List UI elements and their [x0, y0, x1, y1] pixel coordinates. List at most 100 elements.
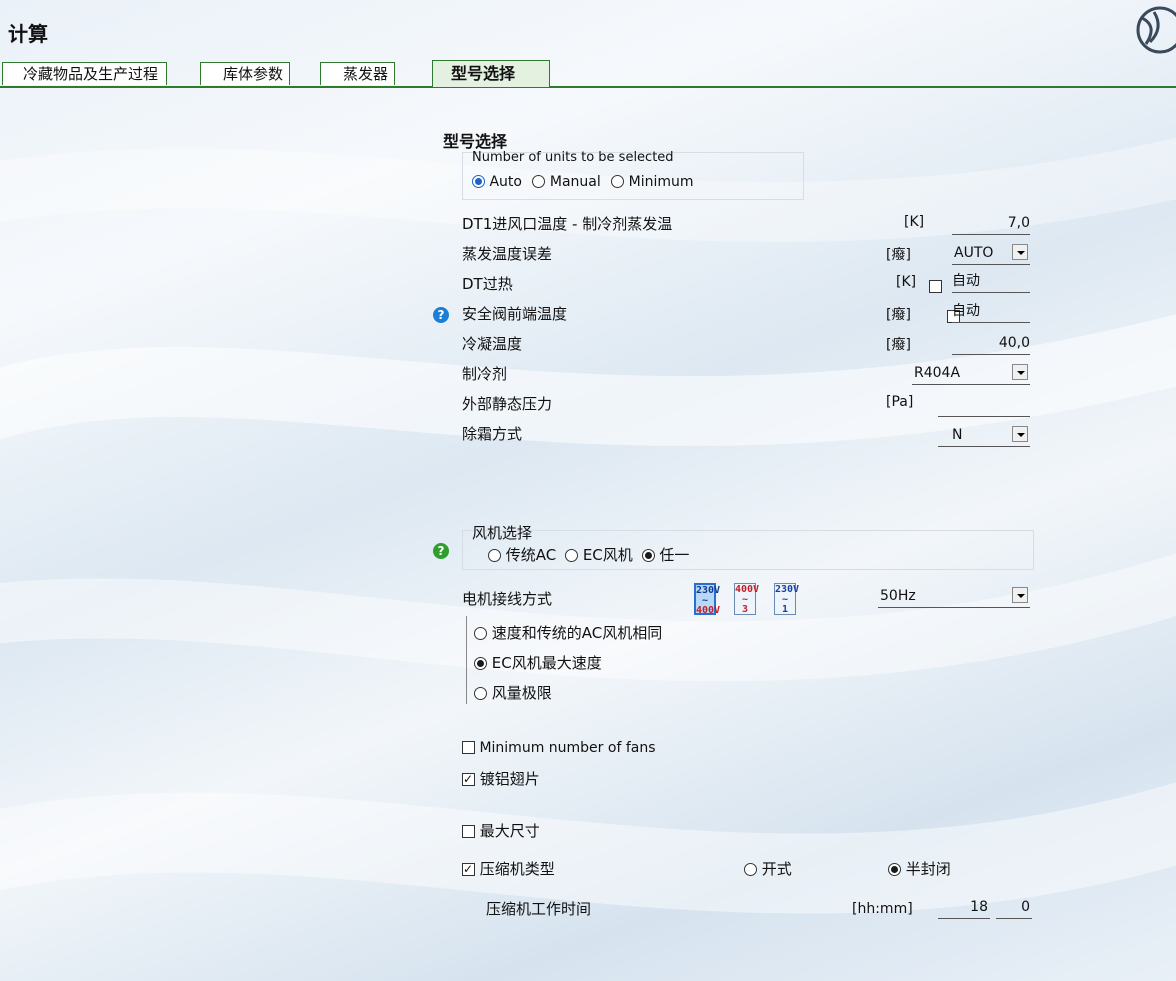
param-label-static-pressure: 外部静态压力: [462, 395, 553, 413]
motor-label: 电机接线方式: [462, 590, 553, 608]
radio-any[interactable]: [641, 549, 655, 562]
refrigerant-select[interactable]: R404A: [912, 362, 1030, 385]
tab-label: 库体参数: [200, 62, 291, 85]
option-label: Manual: [549, 174, 601, 190]
option-label: Minimum: [628, 174, 694, 190]
option-label: 半封闭: [905, 860, 951, 878]
defrost-select[interactable]: N: [938, 424, 1030, 447]
chevron-down-icon[interactable]: [1012, 244, 1028, 260]
param-unit: [K]: [896, 274, 917, 290]
compressor-semi-option[interactable]: 半封闭: [888, 858, 951, 879]
max-size-checkbox[interactable]: [462, 825, 475, 838]
superheat-value: 自动: [952, 270, 1030, 293]
radio-speed-airflow[interactable]: [474, 687, 487, 700]
runtime-minutes-input[interactable]: 0: [996, 896, 1032, 919]
tab-underline: [0, 86, 1176, 88]
valve-temp-value: 自动: [952, 300, 1030, 323]
static-pressure-input[interactable]: [938, 394, 1030, 417]
speed-option-ac[interactable]: 速度和传统的AC风机相同: [474, 622, 662, 643]
option-label: EC风机最大速度: [491, 654, 602, 672]
option-label: 传统AC: [505, 546, 557, 564]
units-manual-option[interactable]: Manual: [532, 174, 601, 190]
tab-label: 蒸发器: [320, 62, 396, 85]
radio-ec[interactable]: [565, 549, 579, 562]
tab-room[interactable]: 库体参数: [200, 62, 291, 86]
radio-speed-ec-max[interactable]: [474, 657, 487, 670]
option-label: 速度和传统的AC风机相同: [491, 624, 663, 642]
param-unit: [Pa]: [886, 394, 914, 410]
param-label-dt1: DT1进风口温度 - 制冷剂蒸发温: [462, 215, 673, 233]
select-value: 50Hz: [880, 588, 916, 604]
param-label-refrigerant: 制冷剂: [462, 365, 508, 383]
help-icon[interactable]: ?: [433, 307, 449, 323]
tab-label: 冷藏物品及生产过程: [2, 62, 168, 85]
aluminum-fins-checkbox[interactable]: [462, 770, 475, 788]
fan-any-option[interactable]: 任一: [641, 546, 690, 564]
voltage-230-1-badge[interactable]: 230V ~ 1: [774, 583, 799, 615]
param-unit: [K]: [904, 214, 925, 230]
select-value: AUTO: [954, 245, 994, 261]
voltage-400-3-badge[interactable]: 400V ~ 3: [734, 583, 759, 615]
units-legend: Number of units to be selected: [472, 150, 674, 165]
evap-tolerance-select[interactable]: AUTO: [952, 242, 1030, 265]
fan-ec-option[interactable]: EC风机: [565, 546, 633, 564]
badge-bot: 3: [741, 604, 749, 615]
radio-open[interactable]: [744, 863, 757, 876]
option-label: 风量极限: [491, 684, 552, 702]
param-label-superheat: DT过热: [462, 275, 513, 293]
param-unit: [癈]: [886, 307, 911, 323]
radio-minimum[interactable]: [611, 175, 625, 188]
units-minimum-option[interactable]: Minimum: [611, 174, 694, 190]
param-label-evap-tolerance: 蒸发温度误差: [462, 245, 553, 263]
option-label: 开式: [761, 860, 792, 878]
frequency-select[interactable]: 50Hz: [878, 585, 1030, 608]
speed-option-ec-max[interactable]: EC风机最大速度: [474, 652, 602, 673]
radio-manual[interactable]: [532, 175, 546, 188]
voltage-230-400-badge[interactable]: 230V ~ 400V: [694, 583, 720, 616]
superheat-auto-checkbox[interactable]: [929, 280, 942, 293]
section-title: 型号选择: [443, 132, 508, 151]
help-icon[interactable]: ?: [433, 543, 449, 559]
min-fans-option[interactable]: Minimum number of fans: [462, 740, 656, 756]
speed-option-airflow[interactable]: 风量极限: [474, 682, 552, 703]
radio-semi-hermetic[interactable]: [888, 863, 901, 876]
company-logo: [1136, 6, 1176, 54]
option-label: EC风机: [582, 546, 633, 564]
fan-radio-group: 传统AC EC风机 任一: [488, 544, 689, 565]
fan-legend: 风机选择: [472, 524, 533, 542]
units-auto-option[interactable]: Auto: [472, 174, 522, 190]
tab-evaporator[interactable]: 蒸发器: [320, 62, 396, 86]
units-radio-group: Auto Manual Minimum: [472, 174, 694, 190]
runtime-hours-input[interactable]: 18: [938, 896, 990, 919]
fan-ac-option[interactable]: 传统AC: [488, 546, 556, 564]
option-label: Minimum number of fans: [479, 740, 656, 756]
option-label: 任一: [659, 546, 690, 564]
runtime-label: 压缩机工作时间: [486, 900, 592, 918]
param-unit: [癈]: [886, 337, 911, 353]
select-value: N: [952, 427, 963, 443]
radio-ac[interactable]: [488, 549, 501, 562]
aluminum-fins-option[interactable]: 镀铝翅片: [462, 768, 540, 789]
tab-model-selection[interactable]: 型号选择: [432, 60, 551, 88]
runtime-unit: [hh:mm]: [852, 901, 913, 917]
compressor-open-option[interactable]: 开式: [744, 858, 792, 879]
select-value: R404A: [914, 365, 961, 381]
param-label-condensing: 冷凝温度: [462, 335, 523, 353]
param-unit: [癈]: [886, 247, 911, 263]
max-size-option[interactable]: 最大尺寸: [462, 820, 540, 841]
chevron-down-icon[interactable]: [1012, 587, 1028, 603]
compressor-type-checkbox[interactable]: [462, 860, 475, 878]
param-label-valve-temp: 安全阀前端温度: [462, 305, 568, 323]
dt1-input[interactable]: 7,0: [952, 212, 1030, 235]
background-swirl: [0, 137, 1176, 914]
chevron-down-icon[interactable]: [1012, 426, 1028, 442]
radio-speed-ac[interactable]: [474, 627, 487, 640]
badge-bot: 1: [781, 604, 789, 615]
min-fans-checkbox[interactable]: [462, 741, 475, 754]
option-label: 镀铝翅片: [479, 770, 540, 788]
condensing-temp-input[interactable]: 40,0: [952, 332, 1030, 355]
radio-auto[interactable]: [472, 175, 485, 188]
chevron-down-icon[interactable]: [1012, 364, 1028, 380]
compressor-type-option[interactable]: 压缩机类型: [462, 858, 555, 879]
tab-products[interactable]: 冷藏物品及生产过程: [2, 62, 168, 86]
